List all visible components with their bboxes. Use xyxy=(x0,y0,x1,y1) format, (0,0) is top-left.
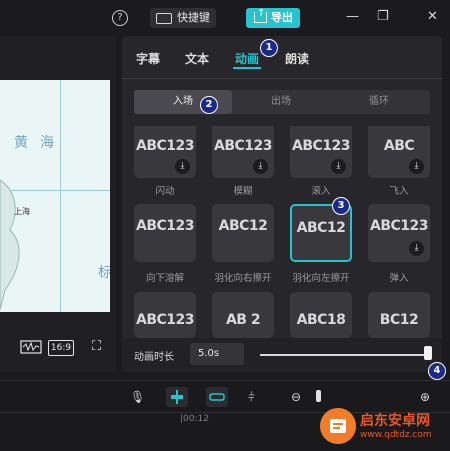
preset-preview-text: ABC123 xyxy=(135,138,195,154)
animation-preset-8[interactable]: ABC123 ⤓ xyxy=(368,204,430,262)
maximize-icon[interactable]: ❐ xyxy=(377,10,389,24)
animation-preset-6[interactable]: ABC12 xyxy=(212,204,274,262)
map-label: 黄 xyxy=(14,135,28,151)
step-marker: 2 xyxy=(200,96,218,114)
animation-preset-3[interactable]: ABC123 ⤓ xyxy=(290,126,352,178)
tab-subtitle[interactable]: 字幕 xyxy=(136,50,160,67)
step-marker: 4 xyxy=(428,362,446,380)
tab-text[interactable]: 文本 xyxy=(185,50,209,67)
fullscreen-icon[interactable]: ⛶ xyxy=(92,339,101,354)
animation-preset-12[interactable]: BC12 xyxy=(368,292,430,338)
preset-preview-text: ABC123 xyxy=(369,218,429,234)
download-icon[interactable]: ⤓ xyxy=(409,241,424,256)
split-icon[interactable]: ⫩ xyxy=(248,390,255,405)
animation-preset-4[interactable]: ABC ⤓ xyxy=(368,126,430,178)
download-icon[interactable]: ⤓ xyxy=(175,159,190,174)
animation-preset-10[interactable]: AB 2 xyxy=(212,292,274,338)
preset-preview-text: ABC123 xyxy=(291,138,351,154)
preset-label: 滚入 xyxy=(311,186,331,197)
grid-line xyxy=(60,80,61,312)
subtab-loop[interactable]: 循环 xyxy=(330,90,428,114)
upload-arrow-icon: ↑ xyxy=(257,8,266,19)
step-marker: 3 xyxy=(332,197,350,215)
download-icon[interactable]: ⤓ xyxy=(409,159,424,174)
duration-input[interactable]: 5.0s xyxy=(190,343,244,365)
preset-preview-text: ABC123 xyxy=(135,218,195,234)
animation-preset-11[interactable]: ABC18 xyxy=(290,292,352,338)
preset-preview-text: BC12 xyxy=(379,312,419,328)
duration-label: 动画时长 xyxy=(134,352,174,363)
animation-preset-9[interactable]: ABC123 xyxy=(134,292,196,338)
watermark-url: www.qdtdz.com xyxy=(360,430,432,440)
active-tab-indicator xyxy=(233,67,261,69)
animation-preset-5[interactable]: ABC123 xyxy=(134,204,196,262)
preset-preview-text: ABC123 xyxy=(135,312,195,328)
export-label: 导出 xyxy=(271,11,293,24)
keyboard-icon xyxy=(156,13,172,24)
waveform-icon[interactable] xyxy=(20,340,42,357)
zoom-out-icon[interactable]: ⊖ xyxy=(291,390,301,404)
preset-preview-text: ABC12 xyxy=(218,218,268,234)
preset-label: 羽化向左擦开 xyxy=(292,273,350,284)
subtab-exit[interactable]: 出场 xyxy=(232,90,330,114)
watermark-title: 启东安卓网 xyxy=(360,413,430,429)
preset-preview-text: AB 2 xyxy=(225,312,261,328)
link-icon xyxy=(209,393,225,401)
preset-preview-text: ABC xyxy=(383,138,415,154)
preview-frame: 黄 海 上海 标 xyxy=(0,80,110,312)
preset-preview-text: ABC12 xyxy=(296,220,346,236)
map-label: 标 xyxy=(98,265,110,281)
zoom-in-icon[interactable]: ⊕ xyxy=(420,390,430,404)
map-label: 上海 xyxy=(14,207,30,216)
minimize-icon[interactable]: — xyxy=(346,10,359,24)
preset-preview-text: ABC123 xyxy=(213,138,273,154)
step-marker: 1 xyxy=(260,39,278,57)
divider xyxy=(122,78,442,79)
time-tick: |00:12 xyxy=(180,414,209,424)
duration-slider[interactable] xyxy=(260,354,428,356)
watermark: 启东安卓网 www.qdtdz.com xyxy=(318,404,448,448)
preset-label: 飞入 xyxy=(389,186,409,197)
download-icon[interactable]: ⤓ xyxy=(253,159,268,174)
preset-label: 向下溶解 xyxy=(145,273,184,284)
preset-label: 模糊 xyxy=(233,186,253,197)
duration-slider-handle[interactable] xyxy=(424,346,432,360)
watermark-logo xyxy=(320,408,356,444)
preset-label: 羽化向右擦开 xyxy=(214,273,272,284)
shortcut-button[interactable]: 快捷键 xyxy=(150,8,216,28)
tab-animation[interactable]: 动画 xyxy=(235,50,259,67)
snap-toggle[interactable] xyxy=(166,387,188,407)
aspect-ratio-button[interactable]: 16:9 xyxy=(48,340,74,356)
preset-label: 弹入 xyxy=(389,273,409,284)
shortcut-label: 快捷键 xyxy=(177,11,210,24)
link-toggle[interactable] xyxy=(206,387,228,407)
magnet-icon xyxy=(171,390,183,404)
animation-preset-1[interactable]: ABC123 ⤓ xyxy=(134,126,196,178)
coastline-shape xyxy=(0,179,20,310)
preset-preview-text: ABC18 xyxy=(296,312,346,328)
tab-read-aloud[interactable]: 朗读 xyxy=(285,50,309,67)
animation-preset-2[interactable]: ABC123 ⤓ xyxy=(212,126,274,178)
map-label: 海 xyxy=(40,135,54,151)
close-icon[interactable]: ✕ xyxy=(427,10,438,24)
export-button[interactable]: ↑ 导出 xyxy=(246,8,300,28)
microphone-icon[interactable]: 🎙 xyxy=(130,390,145,404)
download-icon[interactable]: ⤓ xyxy=(331,159,346,174)
zoom-slider-handle[interactable] xyxy=(316,390,321,402)
help-icon[interactable]: ? xyxy=(112,10,128,26)
preset-label: 闪动 xyxy=(155,186,175,197)
